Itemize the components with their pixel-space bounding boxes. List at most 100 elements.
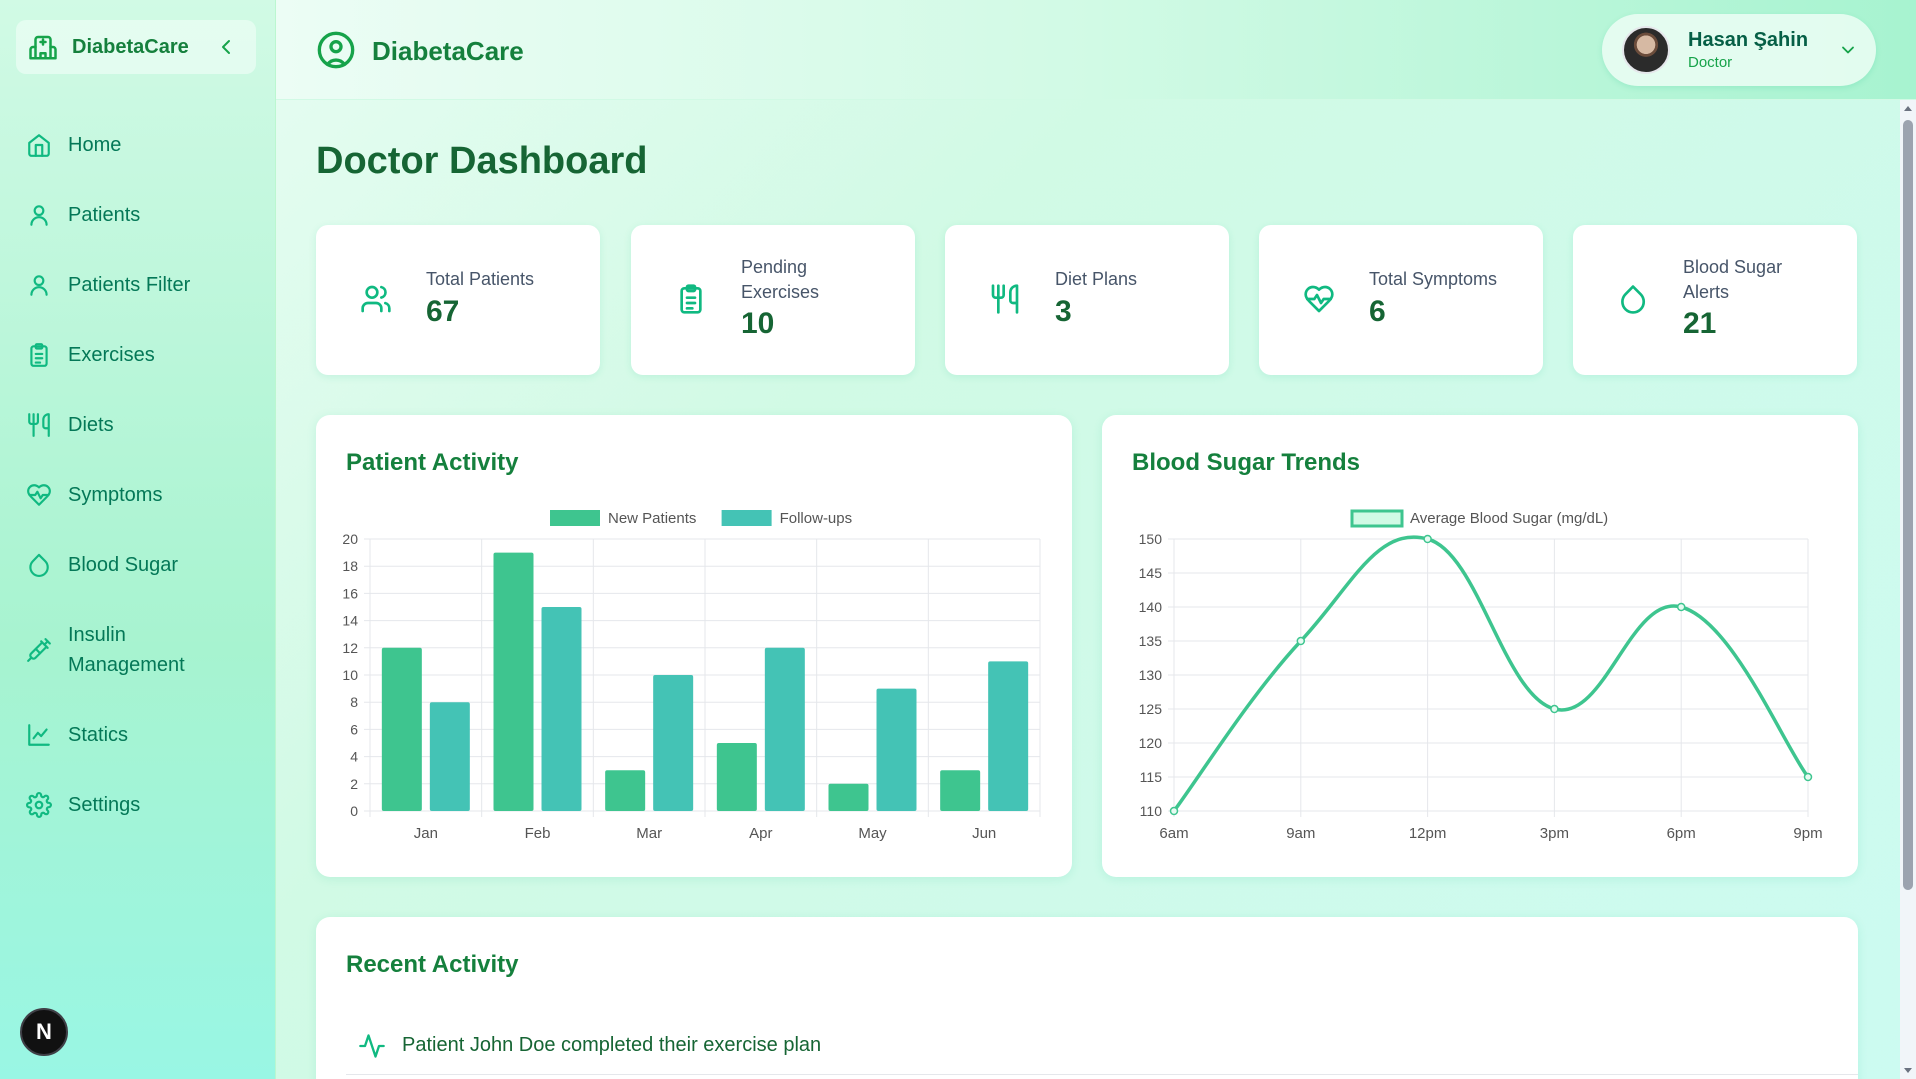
bar (716, 743, 757, 811)
user-icon (30, 205, 48, 226)
x-tick-label: 9pm (1793, 825, 1822, 842)
list-item[interactable]: Patient John Doe completed their exercis… (346, 1017, 1858, 1075)
series-line (1172, 535, 1810, 813)
sidebar-item-home[interactable]: Home (0, 110, 276, 180)
y-tick-label: 4 (350, 749, 358, 765)
stat-label: Pending Exercises (741, 257, 820, 302)
y-tick-label: 140 (1139, 599, 1163, 615)
bar (940, 770, 981, 811)
x-tick-label: Jan (414, 825, 438, 842)
clipboard-icon (680, 284, 702, 314)
data-point (1550, 704, 1559, 714)
sidebar-item-exercises[interactable]: Exercises (0, 320, 276, 390)
collapse-sidebar-icon[interactable] (214, 35, 238, 59)
x-tick-label: 9am (1286, 825, 1315, 842)
bar (764, 647, 805, 811)
y-tick-label: 120 (1139, 735, 1163, 751)
activity-icon (359, 1033, 385, 1058)
stat-card-total-patients: Total Patients 67 (316, 225, 600, 375)
data-point (1803, 772, 1813, 782)
sidebar-item-blood-sugar[interactable]: Blood Sugar (0, 530, 276, 600)
legend-label: New Patients (608, 510, 696, 527)
stat-label: Total Patients (426, 269, 535, 289)
y-tick-label: 8 (350, 694, 358, 710)
sidebar-item-label: Home (68, 134, 122, 156)
dev-tools-badge[interactable]: N (20, 1008, 68, 1056)
sidebar-item-label: Insulin Management (68, 624, 185, 676)
stat-value: 3 (1055, 295, 1072, 328)
y-tick-label: 18 (342, 558, 358, 574)
y-tick-label: 2 (350, 776, 358, 792)
blood-sugar-chart: 110 115 120 125 130 135 140 145 150 6am 9am 12pm 3pm… (1139, 509, 1823, 842)
sidebar-item-label: Blood Sugar (68, 554, 179, 576)
bar (429, 702, 470, 811)
y-tick-label: 12 (342, 640, 358, 656)
blood-sugar-panel: Blood Sugar Trends 110 115 120 125 130 135 140… (1102, 415, 1858, 877)
sidebar-item-label: Exercises (68, 344, 155, 366)
legend-swatch (550, 510, 600, 526)
bar (381, 647, 422, 811)
droplet-icon (29, 553, 49, 577)
page-title: Doctor Dashboard (316, 140, 648, 182)
sidebar-item-patients[interactable]: Patients (0, 180, 276, 250)
droplet-icon (1621, 285, 1646, 314)
activity-text: Patient John Doe completed their exercis… (402, 1034, 822, 1056)
heart-pulse-icon (27, 484, 51, 506)
stat-label: Blood Sugar Alerts (1683, 257, 1783, 302)
stat-label: Total Symptoms (1369, 269, 1498, 289)
data-point (1423, 534, 1432, 544)
sidebar-item-patients-filter[interactable]: Patients Filter (0, 250, 276, 320)
sidebar-item-insulin-management[interactable]: Insulin Management (0, 600, 276, 700)
header-title: DiabetaCare (372, 36, 524, 66)
scrollbar-thumb[interactable] (1903, 120, 1913, 890)
x-tick-label: Mar (636, 825, 662, 842)
data-point (1296, 636, 1306, 646)
sidebar-item-settings[interactable]: Settings (0, 770, 276, 840)
user-role: Doctor (1688, 54, 1733, 71)
y-tick-label: 16 (342, 585, 358, 601)
y-tick-label: 6 (350, 721, 358, 737)
user-menu[interactable]: Hasan Şahin Doctor (1602, 14, 1876, 86)
bar (876, 688, 917, 811)
chevron-down-icon[interactable] (1838, 40, 1858, 60)
y-tick-label: 145 (1139, 565, 1163, 581)
sidebar-item-statics[interactable]: Statics (0, 700, 276, 770)
stat-card-total-symptoms: Total Symptoms 6 (1259, 225, 1543, 375)
sidebar-item-label: Symptoms (68, 484, 163, 506)
stat-value: 21 (1683, 307, 1717, 340)
panel-title: Recent Activity (346, 951, 519, 978)
x-tick-label: Jun (972, 825, 996, 842)
x-tick-label: 12pm (1409, 825, 1447, 842)
y-tick-label: 10 (342, 667, 358, 683)
sidebar-item-label: Patients Filter (68, 274, 191, 296)
stat-value: 6 (1369, 295, 1386, 328)
stat-card-blood-sugar-alerts: Blood Sugar Alerts 21 (1573, 225, 1857, 375)
x-tick-label: Feb (525, 825, 551, 842)
page-scrollbar[interactable] (1900, 100, 1916, 1079)
x-tick-label: Apr (749, 825, 772, 842)
x-tick-label: May (858, 825, 887, 842)
y-tick-label: 125 (1139, 701, 1163, 717)
sidebar-item-label: Patients (68, 204, 141, 226)
line-chart-icon (28, 724, 50, 746)
sidebar-item-diets[interactable]: Diets (0, 390, 276, 460)
bar (605, 770, 646, 811)
scroll-down-icon[interactable] (1903, 1065, 1913, 1075)
x-tick-label: 3pm (1540, 825, 1569, 842)
data-point (1676, 602, 1686, 612)
recent-activity-panel: Recent Activity Patient John Doe complet… (316, 917, 1858, 1079)
clipboard-icon (30, 343, 48, 367)
stat-value: 67 (426, 295, 460, 328)
user-name: Hasan Şahin (1688, 29, 1809, 51)
legend-label: Average Blood Sugar (mg/dL) (1410, 510, 1608, 527)
stat-card-pending-exercises: Pending Exercises 10 (631, 225, 915, 375)
bar (653, 675, 694, 811)
scroll-up-icon[interactable] (1903, 104, 1913, 114)
y-tick-label: 130 (1139, 667, 1163, 683)
sidebar-item-symptoms[interactable]: Symptoms (0, 460, 276, 530)
y-tick-label: 110 (1140, 803, 1163, 819)
syringe-icon (27, 638, 51, 662)
sidebar-brand-name: DiabetaCare (72, 35, 189, 58)
patient-activity-panel: Patient Activity 0 2 4 6 8 10 12 14 16 18 20 Jan Feb… (316, 415, 1072, 877)
top-header: DiabetaCare Hasan Şahin Doctor (276, 0, 1916, 100)
